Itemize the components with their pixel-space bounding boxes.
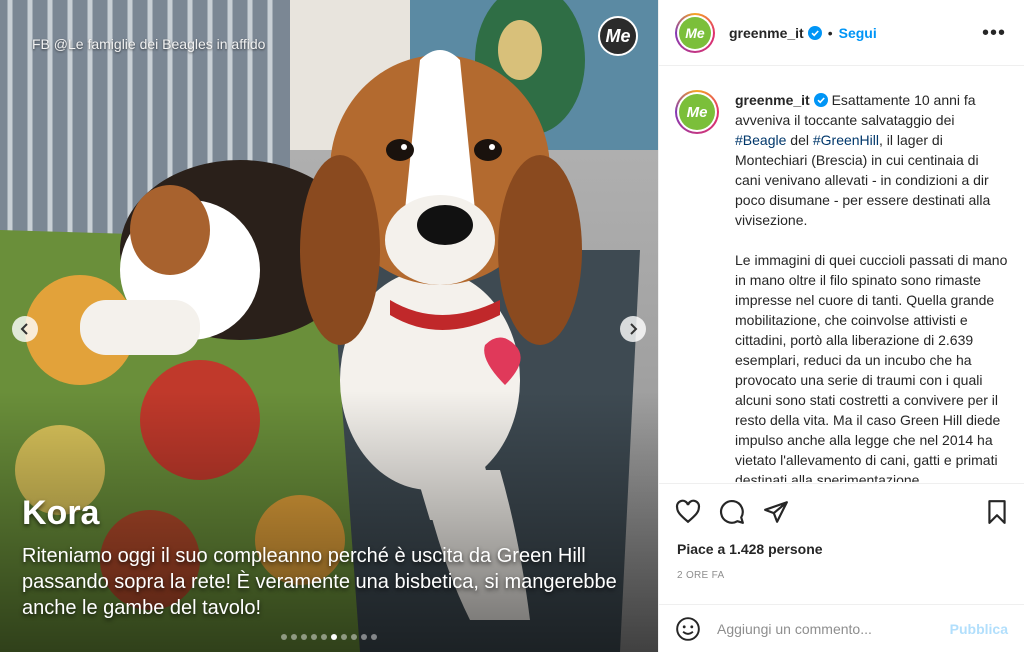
avatar-ring: Me: [677, 14, 713, 51]
carousel-indicator: [0, 634, 658, 640]
post-media[interactable]: FB @Le famiglie dei Beagles in affido Me…: [0, 0, 658, 652]
likes-count[interactable]: Piace a 1.428 persone: [677, 541, 823, 557]
carousel-prev-button[interactable]: [12, 316, 38, 342]
comment-input[interactable]: [717, 620, 937, 637]
media-caption-title: Kora: [22, 494, 100, 532]
emoji-icon[interactable]: [675, 616, 701, 642]
carousel-next-button[interactable]: [620, 316, 646, 342]
media-caption-text: Riteniamo oggi il suo compleanno perché …: [22, 545, 617, 619]
follow-button[interactable]: Segui: [839, 25, 877, 41]
post-timestamp[interactable]: 2 ORE FA: [677, 570, 724, 581]
post-caption-area: Me greenme_it Esattamente 10 anni fa avv…: [659, 66, 1024, 482]
carousel-dot: [281, 634, 287, 640]
post-caption: greenme_it Esattamente 10 anni fa avveni…: [735, 90, 1008, 482]
chevron-left-icon: [20, 323, 28, 335]
hashtag-link[interactable]: #Beagle: [735, 132, 786, 148]
carousel-dot: [321, 634, 327, 640]
instagram-post-view: FB @Le famiglie dei Beagles in affido Me…: [0, 0, 1024, 652]
caption-paragraph-2: Le immagini di quei cuccioli passati di …: [735, 252, 1008, 482]
carousel-dot: [361, 634, 367, 640]
caption-username[interactable]: greenme_it: [735, 92, 810, 108]
caption-paragraph-1: greenme_it Esattamente 10 anni fa avveni…: [735, 90, 1008, 230]
photo-credit: FB @Le famiglie dei Beagles in affido: [32, 36, 266, 52]
verified-badge-icon: [813, 93, 828, 107]
verified-badge-icon: [807, 25, 822, 40]
carousel-dot: [291, 634, 297, 640]
heart-icon[interactable]: [675, 499, 701, 525]
comment-icon[interactable]: [719, 499, 745, 525]
caption-avatar-ring: Me: [677, 92, 717, 132]
post-header: Me greenme_it • Segui •••: [659, 0, 1024, 66]
caption-avatar[interactable]: Me: [675, 90, 719, 134]
comment-bar: Pubblica: [659, 604, 1024, 652]
caption-text: del: [786, 132, 813, 148]
carousel-dot: [311, 634, 317, 640]
carousel-dot: [371, 634, 377, 640]
brand-logo: Me: [598, 16, 638, 56]
carousel-dot: [341, 634, 347, 640]
publish-button[interactable]: Pubblica: [950, 621, 1008, 637]
carousel-dot: [301, 634, 307, 640]
chevron-right-icon: [630, 323, 638, 335]
action-bar: [659, 483, 1024, 539]
header-separator: •: [827, 24, 833, 41]
hashtag-link[interactable]: #GreenHill: [813, 132, 879, 148]
caption-avatar-logo: Me: [679, 94, 715, 130]
header-username[interactable]: greenme_it: [729, 25, 804, 41]
carousel-dot: [331, 634, 337, 640]
more-options-icon[interactable]: •••: [982, 22, 1006, 45]
post-side-panel: Me greenme_it • Segui ••• Me greenme_it …: [658, 0, 1024, 652]
bookmark-icon[interactable]: [984, 499, 1010, 525]
avatar-logo: Me: [679, 16, 711, 49]
avatar[interactable]: Me: [675, 12, 715, 53]
send-icon[interactable]: [763, 499, 789, 525]
carousel-dot: [351, 634, 357, 640]
